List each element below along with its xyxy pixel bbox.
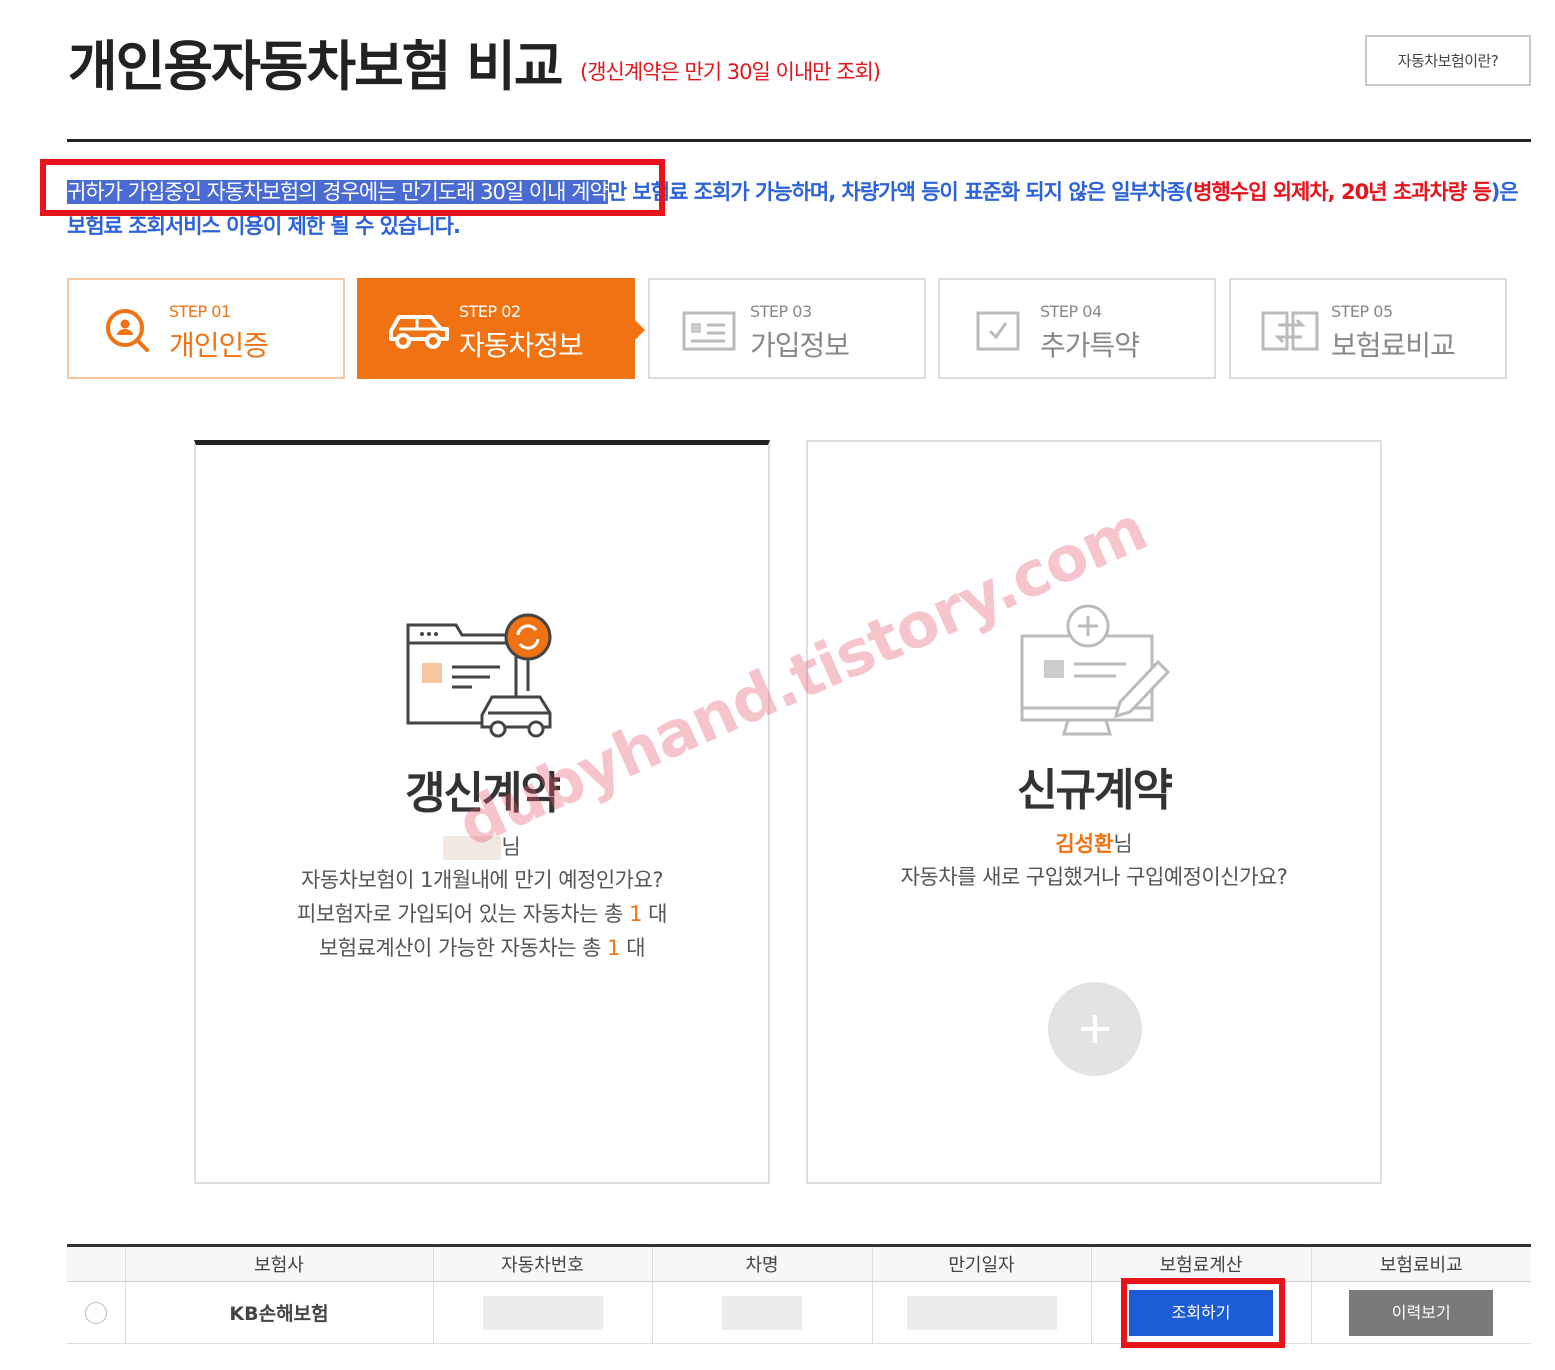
step-3: STEP 03 가입정보 — [648, 278, 926, 379]
renew-name-suffix: 님 — [501, 835, 521, 859]
insured-car-count: 1 — [629, 902, 642, 926]
renew-line-2-prefix: 피보험자로 가입되어 있는 자동차는 총 — [297, 902, 623, 926]
blurred-car-name — [722, 1295, 802, 1330]
renew-illustration-icon — [396, 605, 576, 745]
column-header-car-name: 차명 — [651, 1244, 872, 1282]
renew-description: 자동차보험이 1개월내에 만기 예정인가요? 피보험자로 가입되어 있는 자동차… — [196, 863, 768, 965]
new-line-1: 자동차를 새로 구입했거나 구입예정이신가요? — [900, 865, 1288, 889]
step-2-num: STEP 02 — [459, 302, 521, 321]
table-header-row: 보험사 자동차번호 차명 만기일자 보험료계산 보험료비교 — [67, 1244, 1531, 1282]
new-description: 자동차를 새로 구입했거나 구입예정이신가요? — [808, 860, 1380, 894]
step-progress: STEP 01 개인인증 STEP 02 자동차정보 STEP 03 가입정보 … — [67, 278, 1507, 379]
calculable-car-count: 1 — [607, 936, 621, 960]
renew-line-2-unit: 대 — [648, 902, 667, 926]
insurance-table: 보험사 자동차번호 차명 만기일자 보험료계산 보험료비교 KB손해보험 조회하… — [67, 1244, 1531, 1344]
renew-line-3: 보험료계산이 가능한 자동차는 총 1 대 — [196, 931, 768, 965]
plus-icon — [1081, 1015, 1109, 1043]
column-header-premium-compare: 보험료비교 — [1310, 1244, 1531, 1282]
about-car-insurance-button[interactable]: 자동차보험이란? — [1365, 35, 1531, 86]
column-header-car-number: 자동차번호 — [432, 1244, 652, 1282]
step-5: STEP 05 보험료비교 — [1229, 278, 1507, 379]
view-history-button[interactable]: 이력보기 — [1349, 1289, 1494, 1336]
add-new-contract-button[interactable] — [1048, 982, 1142, 1076]
notice-red: 병행수입 외제차, 20년 초과차량 등 — [1193, 180, 1492, 204]
step-4-num: STEP 04 — [1040, 302, 1102, 321]
step-3-num: STEP 03 — [750, 302, 812, 321]
title-divider — [67, 139, 1531, 142]
renew-greeting: 님 — [196, 831, 768, 861]
notice-text-1: 만 보험료 조회가 가능하며, 차량가액 등이 표준화 되지 않은 일부차종( — [607, 180, 1194, 204]
car-icon — [385, 298, 451, 364]
step-1-name: 개인인증 — [169, 329, 269, 362]
id-card-icon — [676, 298, 742, 364]
page-title: 개인용자동차보험 비교 — [68, 35, 564, 98]
step-4: STEP 04 추가특약 — [938, 278, 1216, 379]
new-title: 신규계약 — [1017, 765, 1173, 816]
insurer-name: KB손해보험 — [124, 1281, 433, 1344]
page-subtitle: (갱신계약은 만기 30일 이내만 조회) — [580, 60, 881, 84]
compare-icon — [1257, 298, 1323, 364]
new-contract-illustration-icon — [1008, 602, 1188, 742]
step-4-name: 추가특약 — [1040, 329, 1140, 362]
query-premium-button[interactable]: 조회하기 — [1129, 1289, 1273, 1336]
column-header-expiry-date: 만기일자 — [871, 1244, 1091, 1282]
select-column-header — [67, 1244, 125, 1282]
user-name: 김성환 — [1055, 832, 1114, 856]
renew-line-2: 피보험자로 가입되어 있는 자동차는 총 1 대 — [196, 897, 768, 931]
column-header-insurer: 보험사 — [124, 1244, 433, 1282]
renew-title: 갱신계약 — [405, 768, 561, 819]
new-greeting: 김성환님 — [808, 828, 1380, 858]
notice-text: 귀하가 가입중인 자동차보험의 경우에는 만기도래 30일 이내 계약만 보험료… — [67, 175, 1527, 243]
step-2-name: 자동차정보 — [459, 329, 584, 362]
renew-line-3-prefix: 보험료계산이 가능한 자동차는 총 — [318, 936, 602, 960]
blurred-expiry-date — [906, 1295, 1057, 1330]
row-select-radio[interactable] — [84, 1301, 107, 1324]
step-5-name: 보험료비교 — [1331, 329, 1456, 362]
new-name-suffix: 님 — [1113, 832, 1133, 856]
renew-contract-card[interactable]: 갱신계약 님 자동차보험이 1개월내에 만기 예정인가요? 피보험자로 가입되어… — [194, 440, 770, 1184]
renew-line-3-unit: 대 — [626, 936, 646, 960]
new-contract-card[interactable]: 신규계약 김성환님 자동차를 새로 구입했거나 구입예정이신가요? — [806, 440, 1382, 1184]
user-search-icon — [95, 298, 161, 364]
column-header-premium-calc: 보험료계산 — [1090, 1244, 1311, 1282]
notice-highlighted: 귀하가 가입중인 자동차보험의 경우에는 만기도래 30일 이내 계약 — [67, 180, 609, 204]
blurred-car-number — [482, 1295, 603, 1330]
checkbox-icon — [966, 298, 1032, 364]
step-5-num: STEP 05 — [1331, 302, 1393, 321]
step-1: STEP 01 개인인증 — [67, 278, 345, 379]
renew-line-1: 자동차보험이 1개월내에 만기 예정인가요? — [301, 868, 663, 892]
blurred-name — [443, 836, 502, 860]
table-row: KB손해보험 조회하기 이력보기 — [67, 1281, 1531, 1344]
step-1-num: STEP 01 — [169, 302, 231, 321]
step-3-name: 가입정보 — [750, 329, 850, 362]
step-2: STEP 02 자동차정보 — [357, 278, 645, 379]
